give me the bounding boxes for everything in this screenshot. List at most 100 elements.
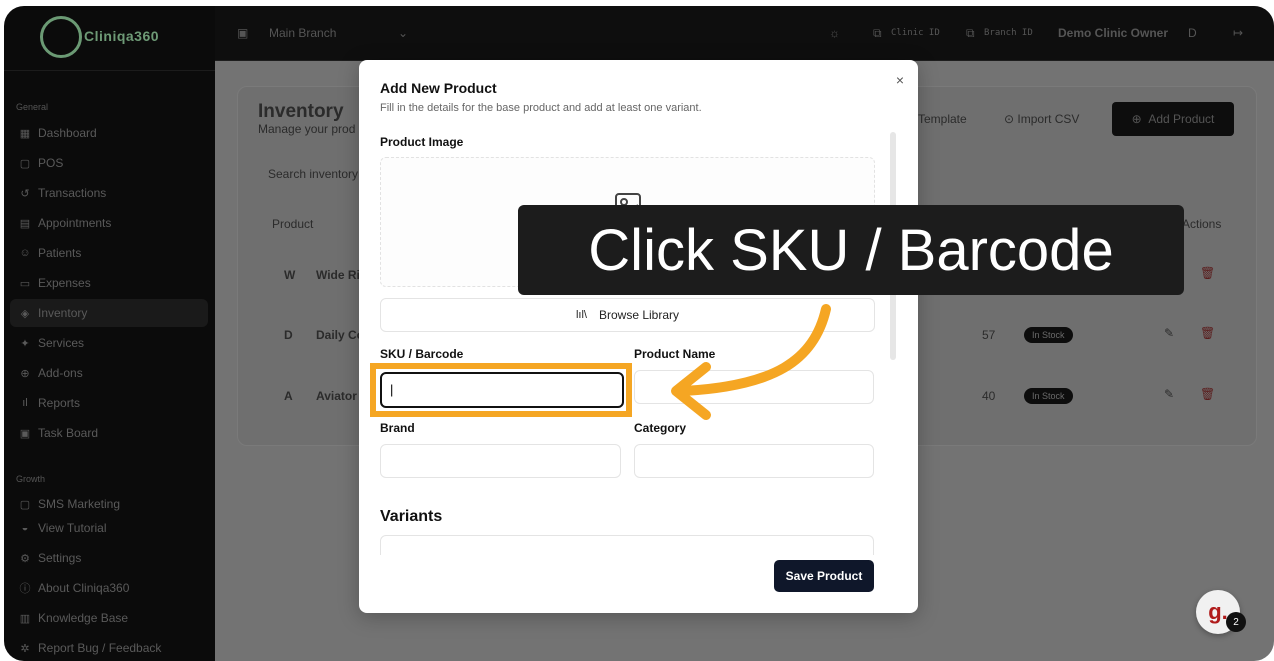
sidebar-item-appointments[interactable]: ▤ Appointments	[10, 209, 208, 237]
sidebar-item-label: Appointments	[38, 216, 112, 230]
edit-icon[interactable]: ✎	[1164, 387, 1174, 401]
brand-input[interactable]	[380, 444, 621, 478]
sidebar-item-tutorial[interactable]: ◒ View Tutorial	[10, 514, 208, 542]
trash-icon[interactable]: 🗑	[1200, 266, 1215, 280]
import-csv-button[interactable]: ⊙ Import CSV	[1004, 112, 1079, 126]
sidebar-item-transactions[interactable]: ↺ Transactions	[10, 179, 208, 207]
row-initial: D	[284, 328, 293, 342]
reports-icon: ıl	[22, 397, 28, 409]
theme-toggle-icon[interactable]: ☼	[829, 26, 840, 40]
user-name[interactable]: Demo Clinic Owner	[1058, 26, 1168, 40]
copy-icon[interactable]: ⧉	[873, 26, 882, 41]
brand-label: Brand	[380, 421, 415, 435]
sidebar-item-label: Dashboard	[38, 126, 97, 140]
sidebar-item-knowledge[interactable]: ▥ Knowledge Base	[10, 604, 208, 632]
sidebar-item-label: POS	[38, 156, 64, 170]
product-image-label: Product Image	[380, 135, 464, 149]
clinic-id[interactable]: Clinic ID	[891, 28, 940, 38]
modal-title: Add New Product	[380, 80, 497, 96]
calendar-icon: ▤	[19, 217, 31, 230]
sidebar-item-label: Knowledge Base	[38, 611, 129, 625]
sms-icon: ▢	[19, 498, 31, 511]
row-initial: W	[284, 268, 296, 282]
sidebar-item-settings[interactable]: ⚙ Settings	[10, 544, 208, 572]
sidebar-item-label: Services	[38, 336, 85, 350]
copy-icon[interactable]: ⧉	[966, 26, 975, 41]
row-qty: 40	[982, 389, 996, 403]
book-icon: ▥	[19, 612, 31, 625]
sidebar-item-taskboard[interactable]: ▣ Task Board	[10, 419, 208, 447]
expenses-icon: ▭	[19, 277, 31, 290]
import-label: Import CSV	[1017, 112, 1080, 126]
row-qty: 57	[982, 328, 996, 342]
branch-id[interactable]: Branch ID	[984, 28, 1033, 38]
sidebar: Cliniqa360 General ▦ Dashboard ▢ POS ↺ Tran…	[4, 6, 215, 661]
sidebar-item-label: Transactions	[38, 186, 107, 200]
sidebar-item-sms[interactable]: ▢ SMS Marketing	[10, 494, 208, 514]
sku-label: SKU / Barcode	[380, 347, 464, 361]
sidebar-item-inventory[interactable]: ◈ Inventory	[10, 299, 208, 327]
info-icon: ⓘ	[19, 583, 31, 595]
edit-icon[interactable]: ✎	[1164, 326, 1174, 340]
library-icon: lıl\	[575, 309, 587, 321]
sku-highlight	[370, 363, 632, 417]
users-icon: ☺	[19, 247, 31, 259]
sidebar-item-label: Reports	[38, 396, 81, 410]
save-product-button[interactable]: Save Product	[774, 560, 874, 592]
sidebar-item-label: Settings	[38, 551, 82, 565]
row-name[interactable]: Aviator	[316, 389, 357, 403]
pos-icon: ▢	[19, 157, 31, 170]
sidebar-item-label: Report Bug / Feedback	[38, 641, 162, 655]
sidebar-item-pos[interactable]: ▢ POS	[10, 149, 208, 177]
avatar[interactable]: D	[1188, 26, 1197, 40]
logout-icon[interactable]: ↦	[1233, 26, 1243, 40]
row-name[interactable]: Daily Co	[316, 328, 364, 342]
sidebar-item-services[interactable]: ✦ Services	[10, 329, 208, 357]
sidebar-item-addons[interactable]: ⊕ Add-ons	[10, 359, 208, 387]
dashboard-icon: ▦	[19, 127, 31, 140]
status-badge: In Stock	[1024, 327, 1073, 343]
sidebar-item-label: Add-ons	[38, 366, 83, 380]
add-label: Add Product	[1148, 112, 1215, 126]
search-input[interactable]: Search inventory	[268, 167, 358, 181]
sidebar-item-label: Expenses	[38, 276, 91, 290]
add-product-button[interactable]: ⊕ Add Product	[1112, 102, 1234, 136]
services-icon: ✦	[20, 337, 30, 350]
sidebar-item-label: Task Board	[38, 426, 99, 440]
inventory-icon: ◈	[20, 307, 30, 320]
branch-selector[interactable]: Main Branch	[269, 26, 336, 40]
sidebar-item-label: About Cliniqa360	[38, 581, 130, 595]
status-badge: In Stock	[1024, 388, 1073, 404]
section-general: General	[16, 102, 49, 112]
guide-badge: 2	[1226, 612, 1246, 632]
bug-icon: ✲	[20, 642, 30, 655]
add-product-modal: Add New Product Fill in the details for …	[359, 60, 918, 613]
sidebar-item-dashboard[interactable]: ▦ Dashboard	[10, 119, 208, 147]
addons-icon: ⊕	[20, 367, 30, 380]
modal-subtitle: Fill in the details for the base product…	[380, 102, 702, 114]
topbar: ▣ Main Branch ⌄ ☼ ⧉ Clinic ID ⧉ Branch I…	[215, 6, 1274, 61]
col-actions: Actions	[1182, 217, 1222, 231]
taskboard-icon: ▣	[19, 427, 31, 440]
sidebar-item-label: Patients	[38, 246, 82, 260]
logo-mark	[40, 16, 82, 58]
variant-section	[380, 535, 874, 555]
sidebar-item-label: Inventory	[38, 306, 88, 320]
row-name[interactable]: Wide Ri	[316, 268, 360, 282]
sidebar-item-patients[interactable]: ☺ Patients	[10, 239, 208, 267]
app-frame: Cliniqa360 General ▦ Dashboard ▢ POS ↺ Tran…	[4, 6, 1274, 661]
sidebar-item-expenses[interactable]: ▭ Expenses	[10, 269, 208, 297]
page-title: Inventory	[258, 101, 344, 122]
close-icon[interactable]: ×	[896, 72, 904, 88]
trash-icon[interactable]: 🗑	[1200, 326, 1215, 340]
section-growth: Growth	[16, 474, 46, 484]
branch-icon: ▣	[237, 26, 249, 40]
template-button[interactable]: Template	[918, 112, 967, 126]
sidebar-item-report-bug[interactable]: ✲ Report Bug / Feedback	[10, 634, 208, 661]
category-input[interactable]	[634, 444, 874, 478]
trash-icon[interactable]: 🗑	[1200, 387, 1215, 401]
sidebar-item-reports[interactable]: ıl Reports	[10, 389, 208, 417]
instruction-tooltip: Click SKU / Barcode	[518, 205, 1184, 295]
col-product: Product	[272, 217, 314, 231]
sidebar-item-about[interactable]: ⓘ About Cliniqa360	[10, 574, 208, 602]
